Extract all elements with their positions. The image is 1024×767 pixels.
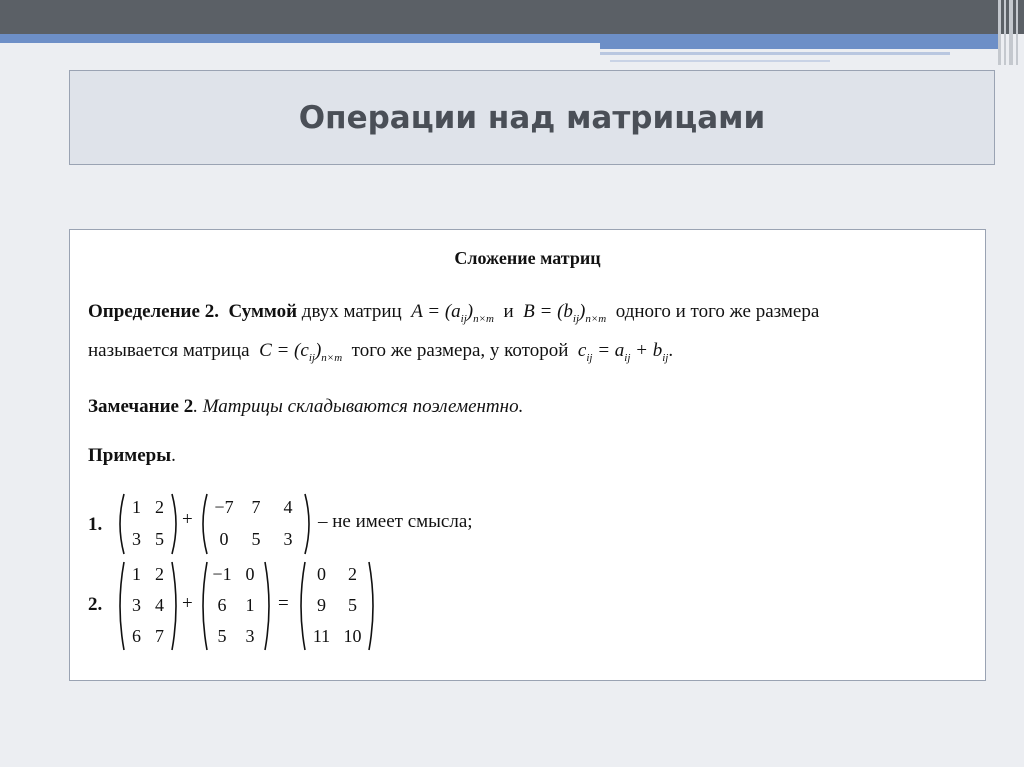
- content-box: Сложение матриц Определение 2. Суммой дв…: [69, 229, 986, 681]
- example-2-number: 2.: [88, 594, 103, 615]
- examples-line: Примеры.: [88, 445, 176, 466]
- slide-accent-bar-2: [600, 43, 1000, 49]
- matrix-cell: 5: [251, 529, 261, 549]
- matrix-cell: 3: [245, 625, 255, 646]
- example-2-plus: +: [182, 593, 193, 614]
- slide-title-box: Операции над матрицами: [69, 70, 995, 165]
- slide-title: Операции над матрицами: [298, 100, 766, 136]
- examples-label: Примеры: [88, 445, 172, 466]
- example-1-plus: +: [182, 509, 193, 530]
- definition-text-4: того же размера, у которой: [351, 340, 569, 361]
- definition-line-2: называется матрица C = (cij)n×m того же …: [88, 340, 674, 364]
- example-2-matrix-a: 123467: [115, 560, 181, 652]
- matrix-cell: 0: [245, 564, 255, 585]
- example-2-matrix-b: −1 0 6 1 5 3: [198, 560, 274, 652]
- definition-text-3: называется матрица: [88, 340, 250, 361]
- matrix-cell: 2: [155, 564, 164, 585]
- formula-sum-eq: = a: [597, 340, 625, 361]
- example-1-text: – не имеет смысла;: [318, 511, 473, 532]
- definition-label: Определение 2.: [88, 301, 219, 322]
- example-2-matrix-result: 0 2 9 5 11 10: [296, 560, 378, 652]
- matrix-cell: −7: [214, 497, 234, 517]
- matrix-cell: 6: [217, 595, 227, 615]
- matrix-cell: 9: [317, 595, 326, 615]
- formula-c: C = (c: [259, 340, 309, 361]
- matrix-cell: 11: [312, 625, 331, 646]
- definition-text-1: двух матриц: [301, 301, 402, 322]
- slide-accent-line: [600, 52, 950, 55]
- remark-line: Замечание 2. Матрицы складываются поэлем…: [88, 396, 523, 418]
- matrix-cell: 3: [283, 529, 293, 549]
- example-1-matrix-b: −7 7 4 0 5 3: [198, 492, 314, 556]
- definition-text-2: одного и того же размера: [615, 301, 820, 322]
- matrix-cell: 1: [245, 595, 255, 615]
- matrix-cell: 5: [217, 625, 227, 646]
- slide-accent-line-2: [610, 60, 830, 62]
- matrix-cell: 10: [343, 625, 362, 646]
- remark-label: Замечание 2: [88, 396, 194, 417]
- definition-term: Суммой: [228, 301, 298, 322]
- slide-accent-bar: [0, 34, 1000, 43]
- matrix-cell: 5: [155, 529, 164, 549]
- slide-decor-stripes: [996, 0, 1024, 65]
- slide-top-bar: [0, 0, 1024, 34]
- remark-text: . Матрицы складываются поэлементно.: [193, 396, 524, 417]
- definition-line-1: Определение 2. Суммой двух матриц A = (a…: [88, 301, 820, 325]
- matrix-cell: −1: [212, 564, 232, 585]
- formula-a-dim: n×m: [473, 313, 494, 325]
- matrix-cell: 0: [219, 529, 229, 549]
- formula-a: A = (a: [411, 301, 461, 322]
- matrix-cell: 5: [348, 595, 357, 615]
- example-2-equals: =: [278, 593, 289, 614]
- example-1-number: 1.: [88, 514, 103, 535]
- matrix-cell: 7: [251, 497, 261, 517]
- section-heading: Сложение матриц: [454, 248, 601, 268]
- matrix-cell: 4: [283, 497, 293, 517]
- example-1-matrix-a: 1235: [115, 492, 181, 556]
- matrix-cell: 0: [317, 564, 326, 585]
- matrix-cell: 2: [155, 497, 164, 517]
- formula-b: B = (b: [523, 301, 573, 322]
- matrix-cell: 2: [348, 564, 357, 585]
- definition-conj: и: [503, 301, 514, 322]
- formula-sum-plus: + b: [635, 340, 663, 361]
- matrix-cell: 7: [155, 625, 164, 646]
- matrix-cell: 4: [155, 595, 164, 615]
- formula-b-dim: n×m: [585, 313, 607, 325]
- formula-c-dim: n×m: [321, 352, 343, 364]
